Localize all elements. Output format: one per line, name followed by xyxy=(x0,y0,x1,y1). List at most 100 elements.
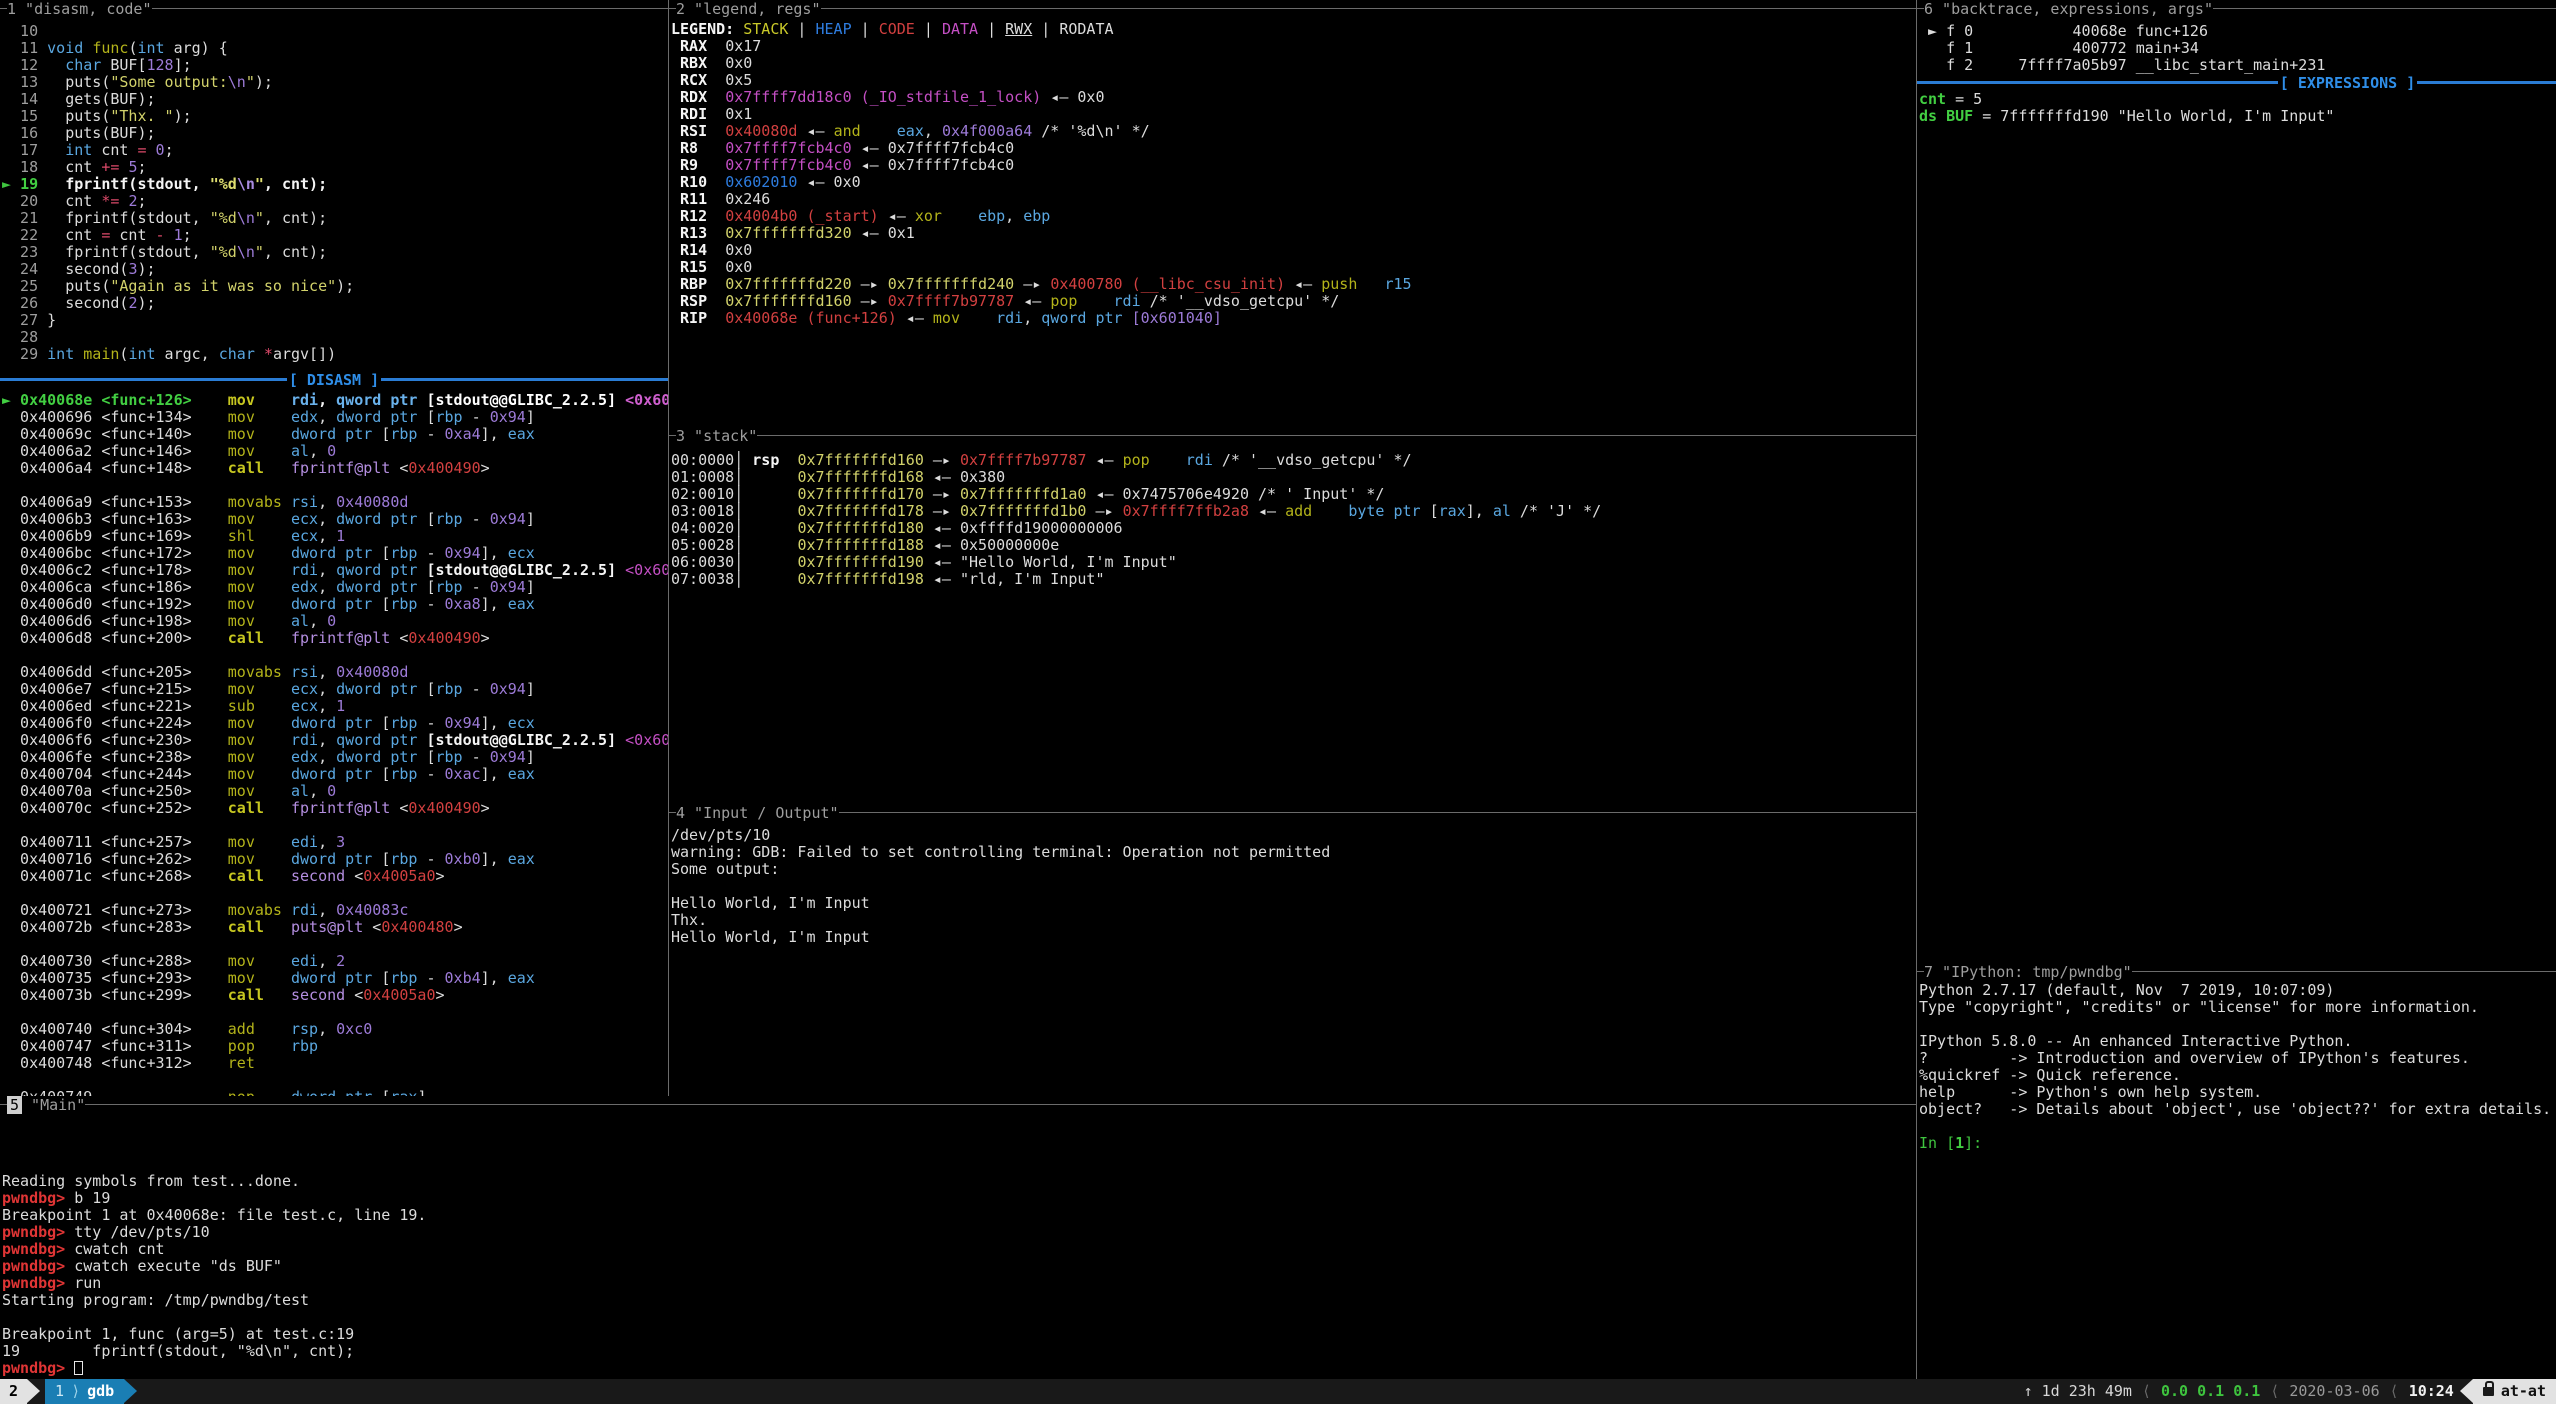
terminal-line: 0x400721 <func+273> movabs rdi, 0x40083c xyxy=(2,902,668,919)
terminal-line: help -> Python's own help system. xyxy=(1919,1084,2556,1101)
border-line xyxy=(669,435,676,436)
terminal-line: 18 cnt += 5; xyxy=(2,159,668,176)
terminal-line: 0x4006c2 <func+178> mov rdi, qword ptr [… xyxy=(2,562,668,579)
separator-line xyxy=(0,378,287,381)
border-line xyxy=(85,1104,1916,1105)
pane-main-console[interactable]: 5 "Main" Reading symbols from test...don… xyxy=(0,1096,1916,1379)
terminal-line: 0x400740 <func+304> add rsp, 0xc0 xyxy=(2,1021,668,1038)
terminal-line: 14 gets(BUF); xyxy=(2,91,668,108)
border-line xyxy=(0,1104,7,1105)
ipython-console[interactable]: Python 2.7.17 (default, Nov 7 2019, 10:0… xyxy=(1917,980,2556,1152)
terminal-line: 0x4006bc <func+172> mov dword ptr [rbp -… xyxy=(2,545,668,562)
status-clock: 10:24 xyxy=(2403,1379,2460,1404)
terminal-line: RDI 0x1 xyxy=(671,106,1916,123)
terminal-line: pwndbg> xyxy=(2,1360,1916,1377)
watch-expressions: cnt = 5ds BUF = 7fffffffd190 "Hello Worl… xyxy=(1917,91,2556,125)
terminal-line: 16 puts(BUF); xyxy=(2,125,668,142)
terminal-line: In [1]: xyxy=(1919,1135,2556,1152)
border-line xyxy=(839,812,1916,813)
pane-number: 7 xyxy=(1924,963,1933,981)
powerline-arrow-icon xyxy=(27,1379,40,1403)
terminal-line: 0x4006ca <func+186> mov edx, dword ptr [… xyxy=(2,579,668,596)
terminal-line: 10 xyxy=(2,23,668,40)
session-name-badge[interactable]: 2 xyxy=(0,1379,27,1404)
terminal-line: 0x400696 <func+134> mov edx, dword ptr [… xyxy=(2,409,668,426)
pane-number: 2 xyxy=(676,0,685,18)
border-line xyxy=(757,435,1916,436)
terminal-line: pwndbg> b 19 xyxy=(2,1190,1916,1207)
pane-ipython[interactable]: 7 "IPython: tmp/pwndbg" Python 2.7.17 (d… xyxy=(1917,963,2556,1379)
terminal-line: 11 void func(int arg) { xyxy=(2,40,668,57)
terminal-line: 21 fprintf(stdout, "%d\n", cnt); xyxy=(2,210,668,227)
terminal-line: LEGEND: STACK | HEAP | CODE | DATA | RWX… xyxy=(671,21,1916,38)
pane-number: 3 xyxy=(676,427,685,445)
terminal-line: pwndbg> tty /dev/pts/10 xyxy=(2,1224,1916,1241)
terminal-line: RIP 0x40068e (func+126) ◂— mov rdi, qwor… xyxy=(671,310,1916,327)
pane-title-text: "stack" xyxy=(685,427,757,445)
terminal-line: 0x400749 nop dword ptr [rax] xyxy=(2,1089,668,1096)
hostname: at-at xyxy=(2501,1379,2546,1404)
registers-listing: LEGEND: STACK | HEAP | CODE | DATA | RWX… xyxy=(669,17,1916,327)
terminal-line: Hello World, I'm Input xyxy=(671,929,1916,946)
terminal-line: 03:0018│ 0x7fffffffd178 —▸ 0x7fffffffd1b… xyxy=(671,503,1916,520)
terminal-line: RSI 0x40080d ◂— and eax, 0x4f000a64 /* '… xyxy=(671,123,1916,140)
window-tab-gdb[interactable]: 1 ⟩ gdb xyxy=(45,1379,124,1404)
terminal-line: 02:0010│ 0x7fffffffd170 —▸ 0x7fffffffd1a… xyxy=(671,486,1916,503)
terminal-line: R15 0x0 xyxy=(671,259,1916,276)
chevron-right-icon: ⟩ xyxy=(64,1379,87,1404)
terminal-line: RAX 0x17 xyxy=(671,38,1916,55)
terminal-line: R14 0x0 xyxy=(671,242,1916,259)
terminal-line: pwndbg> run xyxy=(2,1275,1916,1292)
hostname-badge: at-at xyxy=(2473,1379,2556,1404)
chevron-left-icon: ⟨ xyxy=(2386,1379,2403,1404)
terminal-line: 0x40070a <func+250> mov al, 0 xyxy=(2,783,668,800)
disassembly-listing: ► 0x40068e <func+126> mov rdi, qword ptr… xyxy=(0,392,668,1096)
terminal-line: 0x4006a2 <func+146> mov al, 0 xyxy=(2,443,668,460)
border-line xyxy=(669,812,676,813)
pane-title-stack: 3 "stack" xyxy=(669,427,1916,444)
border-line xyxy=(0,8,7,9)
terminal-line xyxy=(671,878,1916,895)
status-left: 2 1 ⟩ gdb xyxy=(0,1379,137,1404)
terminal-line: 19 fprintf(stdout, "%d\n", cnt); xyxy=(2,1343,1916,1360)
terminal-line: R13 0x7fffffffd320 ◂— 0x1 xyxy=(671,225,1916,242)
terminal-line: 0x4006dd <func+205> movabs rsi, 0x40080d xyxy=(2,664,668,681)
terminal-line xyxy=(2,817,668,834)
terminal-line: 00:0000│ rsp 0x7fffffffd160 —▸ 0x7ffff7b… xyxy=(671,452,1916,469)
terminal-line: 0x4006f6 <func+230> mov rdi, qword ptr [… xyxy=(2,732,668,749)
pane-stack[interactable]: 3 "stack" 00:0000│ rsp 0x7fffffffd160 —▸… xyxy=(669,427,1916,804)
terminal-line: 0x40072b <func+283> call puts@plt <0x400… xyxy=(2,919,668,936)
stack-listing: 00:0000│ rsp 0x7fffffffd160 —▸ 0x7ffff7b… xyxy=(669,444,1916,588)
terminal-line xyxy=(2,1309,1916,1326)
terminal-line xyxy=(2,1004,668,1021)
terminal-line: 0x4006e7 <func+215> mov ecx, dword ptr [… xyxy=(2,681,668,698)
terminal-line: 0x400711 <func+257> mov edi, 3 xyxy=(2,834,668,851)
pane-input-output[interactable]: 4 "Input / Output" /dev/pts/10warning: G… xyxy=(669,804,1916,1096)
terminal-line: 26 second(2); xyxy=(2,295,668,312)
terminal-line xyxy=(2,647,668,664)
terminal-line: 0x4006fe <func+238> mov edx, dword ptr [… xyxy=(2,749,668,766)
window-name: gdb xyxy=(87,1379,114,1404)
gdb-console[interactable]: Reading symbols from test...done.pwndbg>… xyxy=(0,1113,1916,1377)
terminal-line: 12 char BUF[128]; xyxy=(2,57,668,74)
pane-disasm-code[interactable]: 1 "disasm, code" 10 11 void func(int arg… xyxy=(0,0,668,1096)
pane-backtrace[interactable]: 6 "backtrace, expressions, args" ► f 0 4… xyxy=(1917,0,2556,963)
status-right: ↑ 1d 23h 49m ⟨ 0.0 0.1 0.1 ⟨ 2020-03-06 … xyxy=(2018,1379,2556,1404)
border-line xyxy=(152,8,669,9)
terminal-line xyxy=(2,936,668,953)
separator-line xyxy=(2417,81,2556,84)
terminal-line: warning: GDB: Failed to set controlling … xyxy=(671,844,1916,861)
terminal-line: 0x400730 <func+288> mov edi, 2 xyxy=(2,953,668,970)
terminal-line: 25 puts("Again as it was so nice"); xyxy=(2,278,668,295)
terminal-line: RBX 0x0 xyxy=(671,55,1916,72)
powerline-arrow-icon xyxy=(124,1379,137,1403)
terminal-line: Reading symbols from test...done. xyxy=(2,1173,1916,1190)
pane-legend-regs[interactable]: 2 "legend, regs" LEGEND: STACK | HEAP | … xyxy=(669,0,1916,427)
terminal-line: RDX 0x7ffff7dd18c0 (_IO_stdfile_1_lock) … xyxy=(671,89,1916,106)
terminal-line: R12 0x4004b0 (_start) ◂— xor ebp, ebp xyxy=(671,208,1916,225)
pane-title-ipython: 7 "IPython: tmp/pwndbg" xyxy=(1917,963,2556,980)
terminal-line: Starting program: /tmp/pwndbg/test xyxy=(2,1292,1916,1309)
terminal-line: 07:0038│ 0x7fffffffd198 ◂— "rld, I'm Inp… xyxy=(671,571,1916,588)
terminal-line: 23 fprintf(stdout, "%d\n", cnt); xyxy=(2,244,668,261)
pane-title-text: "IPython: tmp/pwndbg" xyxy=(1933,963,2132,981)
